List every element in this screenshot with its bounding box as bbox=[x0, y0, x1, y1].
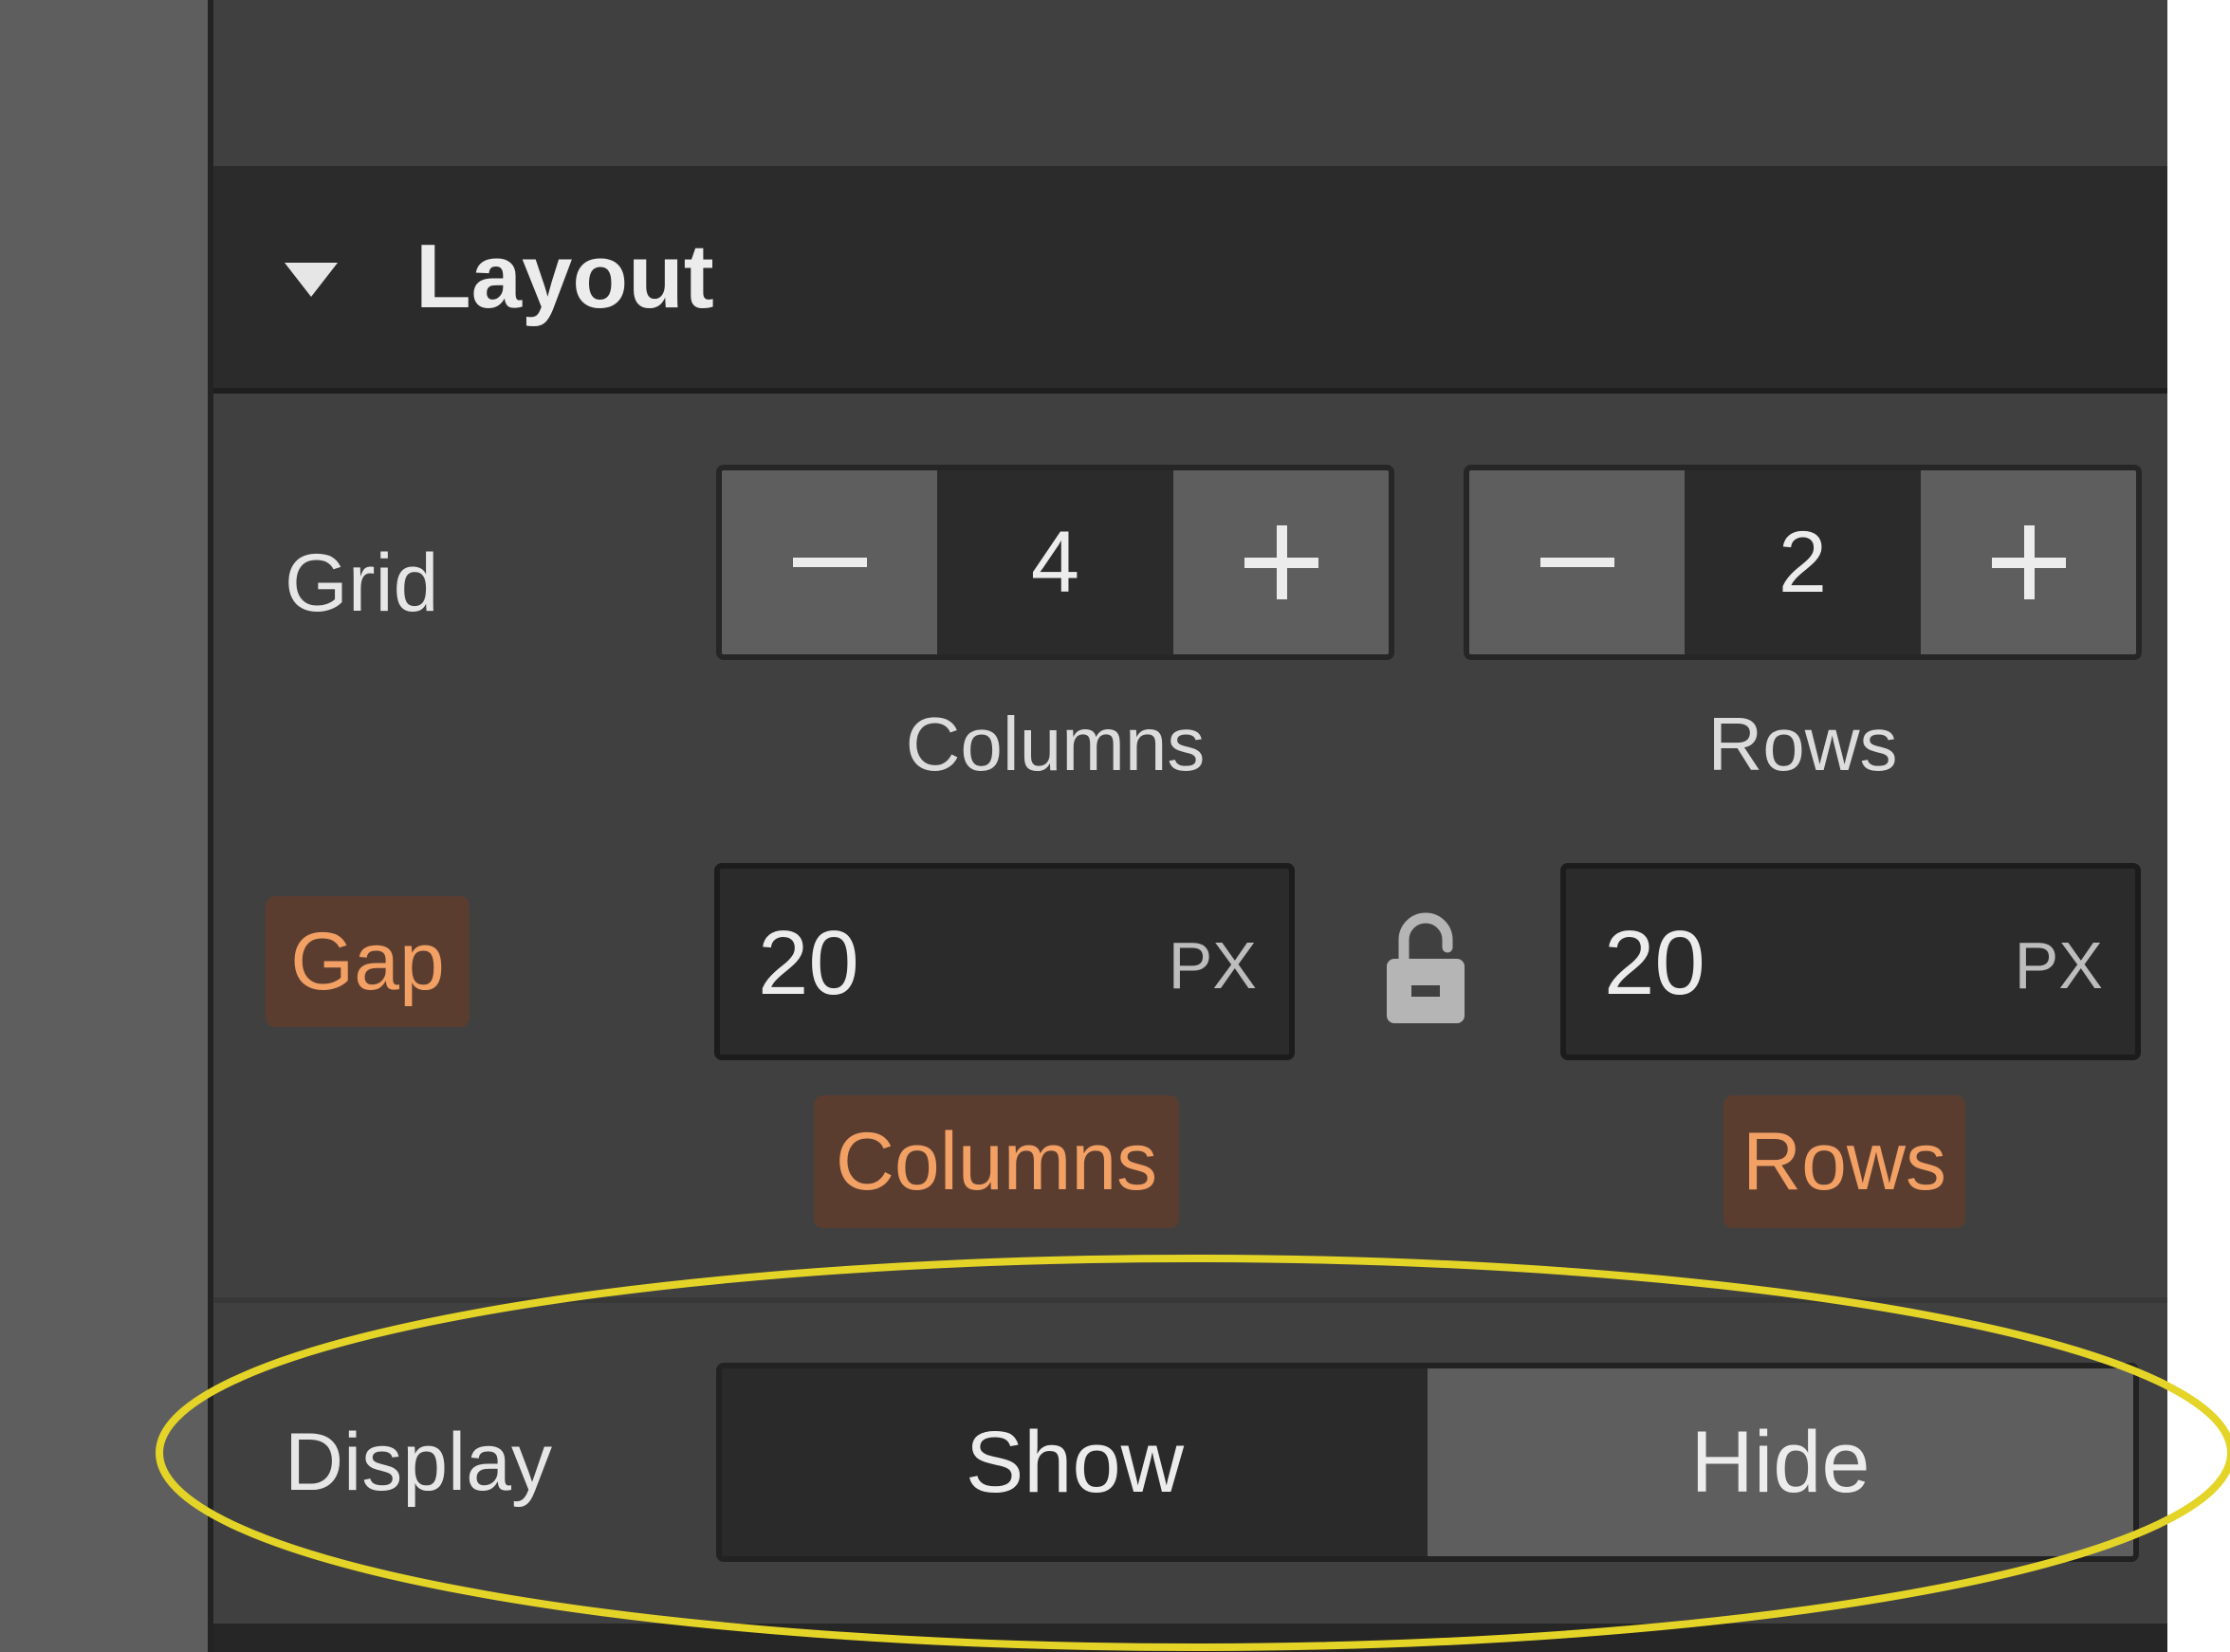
canvas-area bbox=[0, 0, 208, 1652]
caret-down-icon[interactable] bbox=[285, 263, 338, 297]
section-divider bbox=[213, 1297, 2167, 1303]
gap-label: Gap bbox=[266, 896, 470, 1027]
unlock-icon[interactable] bbox=[1383, 906, 1468, 1029]
columns-decrement-button[interactable] bbox=[722, 470, 937, 654]
grid-columns-caption: Columns bbox=[905, 702, 1206, 786]
layout-settings-panel: Layout Grid 4 2 Columns Rows Gap 20 PX 2… bbox=[213, 0, 2167, 1652]
gap-rows-unit[interactable]: PX bbox=[2015, 927, 2103, 1003]
gap-columns-caption: Columns bbox=[814, 1095, 1179, 1228]
screenshot-stage: Layout Grid 4 2 Columns Rows Gap 20 PX 2… bbox=[0, 0, 2230, 1652]
columns-increment-button[interactable] bbox=[1173, 470, 1389, 654]
display-hide-option[interactable]: Hide bbox=[1428, 1368, 2133, 1556]
display-toggle: Show Hide bbox=[716, 1363, 2139, 1562]
grid-rows-caption: Rows bbox=[1707, 702, 1898, 786]
gap-rows-input[interactable]: 20 PX bbox=[1560, 863, 2141, 1060]
display-show-option[interactable]: Show bbox=[722, 1368, 1428, 1556]
grid-rows-stepper: 2 bbox=[1464, 465, 2142, 660]
minus-icon bbox=[1539, 558, 1614, 567]
display-label: Display bbox=[285, 1417, 552, 1508]
rows-decrement-button[interactable] bbox=[1469, 470, 1685, 654]
gap-rows-caption: Rows bbox=[1723, 1095, 1965, 1228]
panel-top-area bbox=[213, 0, 2167, 166]
gap-columns-input[interactable]: 20 PX bbox=[714, 863, 1295, 1060]
rows-count-value[interactable]: 2 bbox=[1685, 470, 1921, 654]
gap-rows-value: 20 bbox=[1604, 912, 1705, 1014]
minus-icon bbox=[792, 558, 867, 567]
grid-label: Grid bbox=[285, 538, 439, 629]
columns-count-value[interactable]: 4 bbox=[937, 470, 1173, 654]
gap-columns-unit[interactable]: PX bbox=[1169, 927, 1257, 1003]
rows-increment-button[interactable] bbox=[1921, 470, 2136, 654]
section-title: Layout bbox=[415, 226, 714, 327]
next-section-header bbox=[213, 1624, 2167, 1652]
page-background bbox=[2167, 0, 2230, 1652]
grid-columns-stepper: 4 bbox=[716, 465, 1394, 660]
gap-columns-value: 20 bbox=[758, 912, 859, 1014]
